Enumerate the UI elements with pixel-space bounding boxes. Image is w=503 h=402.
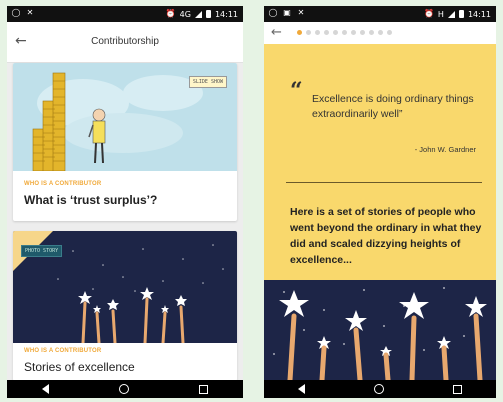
signal-icon xyxy=(447,10,455,18)
quote-mark-icon: “ xyxy=(290,78,303,104)
battery-icon xyxy=(205,10,211,18)
page-dot[interactable] xyxy=(378,30,383,35)
quote-text: Excellence is doing ordinary things extr… xyxy=(312,93,474,120)
battery-icon xyxy=(458,10,464,18)
network-type: 4G xyxy=(179,9,191,19)
status-time: 14:11 xyxy=(467,9,491,19)
story-description: Here is a set of stories of people who w… xyxy=(290,206,482,266)
story-feed[interactable]: SLIDE SHOW WHO IS A CONTRIBUTOR What is … xyxy=(7,63,243,381)
page-dot[interactable] xyxy=(387,30,392,35)
onboarding-screen: ◯ ▣ ✕ ⏰ H 14:11 ← “ Excellence is doing … xyxy=(264,6,496,398)
missed-call-icon: ✕ xyxy=(297,8,305,17)
nav-home-icon[interactable] xyxy=(373,384,384,394)
card-category: WHO IS A CONTRIBUTOR xyxy=(24,348,102,354)
reaching-stars-illustration: PHOTO STORY xyxy=(13,231,237,343)
card-category: WHO IS A CONTRIBUTOR xyxy=(24,181,102,187)
signal-icon xyxy=(194,10,202,18)
page-dot[interactable] xyxy=(342,30,347,35)
page-dot[interactable] xyxy=(297,30,302,35)
status-bar: ◯ ✕ ⏰ 4G 14:11 xyxy=(7,6,243,22)
nav-recents-icon[interactable] xyxy=(199,384,208,394)
slide-show-badge: SLIDE SHOW xyxy=(188,76,227,88)
nav-recents-icon[interactable] xyxy=(452,384,462,394)
nav-back-icon[interactable] xyxy=(298,384,306,394)
app-bar: ← Contributorship xyxy=(7,22,243,63)
status-bar: ◯ ▣ ✕ ⏰ H 14:11 xyxy=(264,6,496,22)
missed-call-icon: ✕ xyxy=(26,8,34,17)
page-dot[interactable] xyxy=(324,30,329,35)
system-nav-bar xyxy=(7,380,243,398)
page-dot[interactable] xyxy=(306,30,311,35)
story-card-stories-of-excellence[interactable]: PHOTO STORY WHO IS A CONTRIBUTOR Stories… xyxy=(13,231,237,381)
quote-panel: “ Excellence is doing ordinary things ex… xyxy=(264,44,496,280)
page-dot[interactable] xyxy=(351,30,356,35)
back-arrow-icon[interactable]: ← xyxy=(271,25,282,40)
nav-back-icon[interactable] xyxy=(42,384,49,394)
story-card-trust-surplus[interactable]: SLIDE SHOW WHO IS A CONTRIBUTOR What is … xyxy=(13,63,237,221)
page-indicator[interactable] xyxy=(297,30,392,35)
quote-author: - John W. Gardner xyxy=(414,145,476,154)
coins-illustration: SLIDE SHOW xyxy=(13,63,237,171)
page-dot[interactable] xyxy=(333,30,338,35)
page-dot[interactable] xyxy=(315,30,320,35)
status-time: 14:11 xyxy=(214,9,238,19)
alarm-icon: ⏰ xyxy=(165,9,176,18)
contributorship-screen: ◯ ✕ ⏰ 4G 14:11 ← Contributorship SLIDE S… xyxy=(7,6,243,398)
system-nav-bar xyxy=(264,380,496,398)
gallery-icon: ▣ xyxy=(283,8,291,17)
network-type: H xyxy=(437,9,444,19)
card-title: Stories of excellence xyxy=(24,360,135,374)
card-title: What is ‘trust surplus’? xyxy=(24,193,158,207)
whatsapp-icon: ◯ xyxy=(11,8,21,17)
nav-home-icon[interactable] xyxy=(119,384,129,394)
page-dot[interactable] xyxy=(360,30,365,35)
alarm-icon: ⏰ xyxy=(423,9,434,18)
page-dot[interactable] xyxy=(369,30,374,35)
whatsapp-icon: ◯ xyxy=(268,8,278,17)
reaching-stars-image xyxy=(264,280,496,380)
page-title: Contributorship xyxy=(91,36,159,47)
divider xyxy=(286,182,482,183)
pager-header: ← xyxy=(264,22,496,44)
photo-story-badge: PHOTO STORY xyxy=(21,245,63,257)
